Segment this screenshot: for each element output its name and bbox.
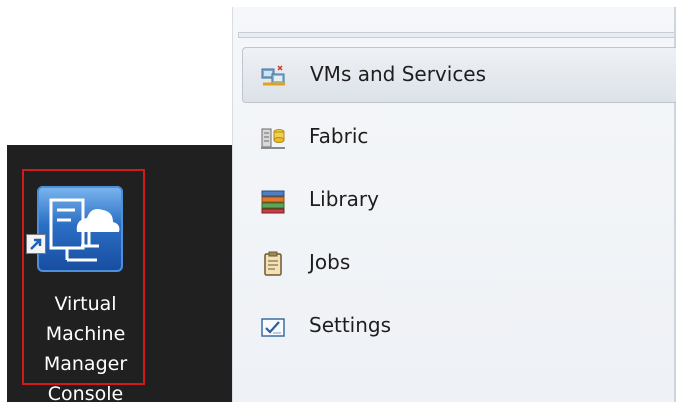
shortcut-label-line: Manager [43,353,128,375]
nav-label-library: Library [309,187,379,211]
nav-item-jobs[interactable]: Jobs [233,236,676,292]
settings-checklist-icon [261,318,285,337]
nav-item-library[interactable]: Library [233,173,676,229]
nav-label-settings: Settings [309,313,392,337]
pane-splitter[interactable] [238,32,676,38]
jobs-clipboard-icon [264,251,282,276]
nav-label-vms-and-services: VMs and Services [310,62,487,86]
nav-item-fabric[interactable]: Fabric [233,110,676,166]
shortcut-label-line: Console [47,383,124,405]
desktop-background: Virtual Machine Manager Console [7,145,232,405]
library-books-icon [261,190,285,214]
nav-label-fabric: Fabric [309,124,369,148]
nav-item-settings[interactable]: Settings [233,299,676,355]
shortcut-arrow-icon [26,234,46,254]
vmm-cloud-app-icon [37,186,123,272]
vmm-console-shortcut[interactable]: Virtual Machine Manager Console [22,169,145,405]
fabric-server-icon [261,128,285,149]
shortcut-label-line: Virtual [54,293,117,315]
nav-label-jobs: Jobs [309,250,351,274]
shortcut-label-line: Machine [45,323,126,345]
nav-item-vms-and-services[interactable]: VMs and Services [242,47,676,103]
vms-and-services-icon [261,65,285,86]
navigation-pane: VMs and Services Fabric Library Jobs Set… [232,7,676,402]
shortcut-label: Virtual Machine Manager Console [28,289,143,409]
